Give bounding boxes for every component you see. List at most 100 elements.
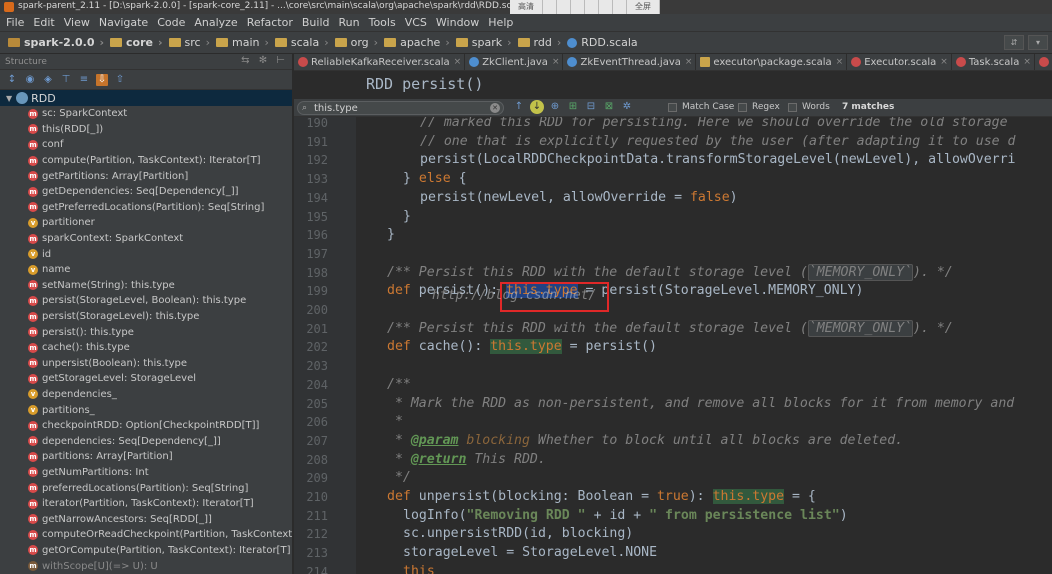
words-option[interactable]: Words: [788, 102, 830, 112]
find-all-icon[interactable]: ⊕: [548, 100, 562, 114]
close-tab-icon[interactable]: ×: [685, 57, 693, 67]
menu-window[interactable]: Window: [436, 16, 479, 29]
editor-tab[interactable]: ReliableKafkaReceiver.scala ×: [294, 54, 466, 70]
run-config-dropdown[interactable]: ▾: [1028, 35, 1048, 50]
overlay-button[interactable]: [557, 0, 571, 14]
structure-item[interactable]: m getNarrowAncestors: Seq[RDD[_]]: [0, 511, 292, 527]
structure-item[interactable]: v dependencies_: [0, 387, 292, 403]
overlay-button[interactable]: [543, 0, 557, 14]
overlay-button[interactable]: [585, 0, 599, 14]
overlay-fullscreen-button[interactable]: 全屏: [627, 0, 660, 14]
match-case-checkbox[interactable]: [668, 102, 677, 112]
breadcrumb-project[interactable]: spark-2.0.0 ›: [8, 36, 104, 49]
breadcrumb-folder[interactable]: spark ›: [455, 36, 512, 49]
menu-navigate[interactable]: Navigate: [99, 16, 148, 29]
breadcrumb-file[interactable]: RDD.scala: [567, 36, 638, 49]
structure-item[interactable]: m getPartitions: Array[Partition]: [0, 168, 292, 184]
collapse-all-icon[interactable]: ≡: [78, 74, 90, 86]
menu-run[interactable]: Run: [339, 16, 360, 29]
menu-code[interactable]: Code: [157, 16, 185, 29]
structure-item[interactable]: m setName(String): this.type: [0, 278, 292, 294]
clear-search-icon[interactable]: ✕: [490, 103, 500, 113]
editor-tab[interactable]: Executor.scala ×: [847, 54, 952, 70]
structure-item[interactable]: m dependencies: Seq[Dependency[_]]: [0, 433, 292, 449]
show-properties-icon[interactable]: ◉: [24, 74, 36, 86]
search-field[interactable]: ⌕ ✕: [297, 101, 504, 115]
structure-item[interactable]: m getPreferredLocations(Partition): Seq[S…: [0, 200, 292, 216]
structure-item[interactable]: m preferredLocations(Partition): Seq[Stri…: [0, 480, 292, 496]
breadcrumb-folder[interactable]: src ›: [168, 36, 210, 49]
structure-item[interactable]: m persist(StorageLevel, Boolean): this.ty…: [0, 293, 292, 309]
structure-item[interactable]: m cache(): this.type: [0, 340, 292, 356]
menu-file[interactable]: File: [6, 16, 24, 29]
structure-item[interactable]: m getNumPartitions: Int: [0, 465, 292, 481]
build-icon[interactable]: ⇵: [1004, 35, 1024, 50]
structure-item[interactable]: m compute(Partition, TaskContext): Iterat…: [0, 153, 292, 169]
breadcrumb-module[interactable]: core ›: [110, 36, 163, 49]
search-icon[interactable]: ⌕: [302, 103, 314, 113]
menu-view[interactable]: View: [64, 16, 90, 29]
editor-tab[interactable]: ZkClient.java ×: [465, 54, 564, 70]
previous-occurrence-icon[interactable]: ↑: [512, 100, 526, 114]
structure-item[interactable]: m partitions: Array[Partition]: [0, 449, 292, 465]
close-tab-icon[interactable]: ×: [940, 57, 948, 67]
tree-root-rdd[interactable]: ▼ RDD: [0, 90, 292, 106]
code-editor[interactable]: // marked this RDD for persisting. Here …: [356, 117, 1052, 574]
words-checkbox[interactable]: [788, 102, 797, 112]
structure-item[interactable]: v id: [0, 246, 292, 262]
structure-item[interactable]: v partitions_: [0, 402, 292, 418]
match-case-option[interactable]: Match Case: [668, 102, 734, 112]
structure-item[interactable]: m checkpointRDD: Option[CheckpointRDD[T]]: [0, 418, 292, 434]
breadcrumb-folder[interactable]: rdd ›: [517, 36, 561, 49]
structure-item[interactable]: m unpersist(Boolean): this.type: [0, 356, 292, 372]
structure-item[interactable]: v partitioner: [0, 215, 292, 231]
structure-item[interactable]: m sc: SparkContext: [0, 106, 292, 122]
structure-item[interactable]: m persist(): this.type: [0, 324, 292, 340]
search-input[interactable]: [314, 102, 490, 114]
autoscroll-to-source-icon[interactable]: ⇩: [96, 73, 108, 86]
panel-settings-icon[interactable]: ⇆ ✻ ⊢: [241, 55, 288, 66]
breadcrumb-folder[interactable]: main ›: [216, 36, 269, 49]
remove-occurrence-icon[interactable]: ⊠: [602, 100, 616, 114]
structure-item[interactable]: m getDependencies: Seq[Dependency[_]]: [0, 184, 292, 200]
structure-item[interactable]: m computeOrReadCheckpoint(Partition, Task…: [0, 527, 292, 543]
overlay-button[interactable]: [613, 0, 627, 14]
regex-checkbox[interactable]: [738, 102, 747, 112]
player-overlay-buttons[interactable]: 高清 全屏: [510, 0, 660, 14]
structure-item[interactable]: m getStorageLevel: StorageLevel: [0, 371, 292, 387]
close-tab-icon[interactable]: ×: [552, 57, 560, 67]
structure-item[interactable]: m iterator(Partition, TaskContext): Itera…: [0, 496, 292, 512]
select-all-occurrences-icon[interactable]: ⊞: [566, 100, 580, 114]
editor-tab[interactable]: Task.scala ×: [952, 54, 1035, 70]
menu-vcs[interactable]: VCS: [405, 16, 427, 29]
editor-tab[interactable]: Utils.scala×: [1035, 54, 1052, 70]
structure-item[interactable]: v name: [0, 262, 292, 278]
expand-arrow-icon[interactable]: ▼: [6, 94, 12, 103]
regex-option[interactable]: Regex: [738, 102, 780, 112]
overlay-button[interactable]: [571, 0, 585, 14]
menu-tools[interactable]: Tools: [369, 16, 396, 29]
structure-item[interactable]: m this(RDD[_]): [0, 122, 292, 138]
expand-all-icon[interactable]: ⊤: [60, 74, 72, 86]
next-occurrence-icon[interactable]: ↓: [530, 100, 544, 114]
structure-item[interactable]: m withScope[U](=> U): U: [0, 558, 292, 574]
menu-refactor[interactable]: Refactor: [247, 16, 293, 29]
menu-build[interactable]: Build: [302, 16, 330, 29]
structure-item[interactable]: m sparkContext: SparkContext: [0, 231, 292, 247]
editor-tab[interactable]: ZkEventThread.java ×: [563, 54, 697, 70]
structure-item[interactable]: m getOrCompute(Partition, TaskContext): I…: [0, 543, 292, 559]
menu-help[interactable]: Help: [488, 16, 513, 29]
line-number-gutter[interactable]: 190 191 192 193 194 195 196 197 198 199 200 201 202 2…: [294, 116, 364, 574]
filter-settings-icon[interactable]: ✲: [620, 100, 634, 114]
autoscroll-from-source-icon[interactable]: ⇧: [114, 74, 126, 86]
menu-analyze[interactable]: Analyze: [194, 16, 237, 29]
structure-item[interactable]: m conf: [0, 137, 292, 153]
menu-edit[interactable]: Edit: [33, 16, 54, 29]
breadcrumb-folder[interactable]: apache ›: [384, 36, 450, 49]
show-fields-icon[interactable]: ◈: [42, 74, 54, 86]
structure-item[interactable]: m persist(StorageLevel): this.type: [0, 309, 292, 325]
breadcrumb-folder[interactable]: org ›: [334, 36, 378, 49]
breadcrumb-folder[interactable]: scala ›: [274, 36, 329, 49]
close-tab-icon[interactable]: ×: [454, 57, 462, 67]
overlay-button[interactable]: [599, 0, 613, 14]
